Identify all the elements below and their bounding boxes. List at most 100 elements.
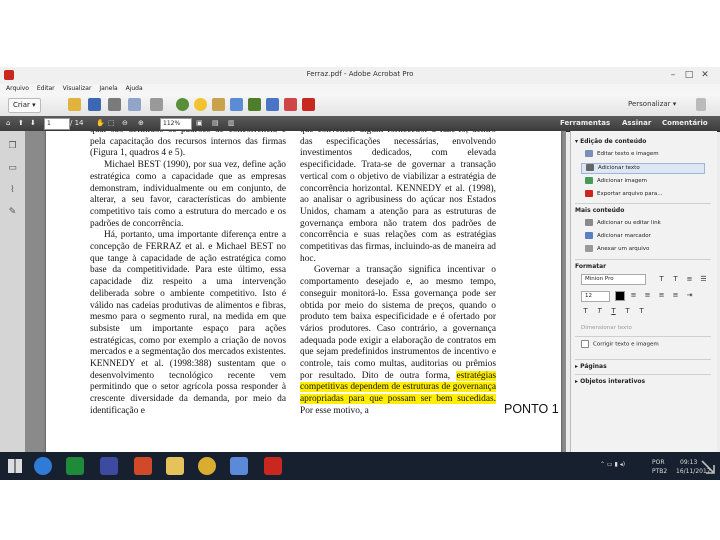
acrobat-taskbar-icon[interactable] (264, 457, 282, 475)
export-icon[interactable] (248, 98, 261, 111)
internet-explorer-icon[interactable] (34, 457, 52, 475)
comment-icon[interactable] (194, 98, 207, 111)
select-tool-icon[interactable]: ⬚ (108, 118, 115, 129)
subscript-icon[interactable]: T (637, 307, 646, 315)
attach-file-item[interactable]: Anexar um arquivo (585, 245, 649, 254)
bold-icon[interactable]: T (581, 307, 590, 315)
fit-page-icon[interactable]: ▣ (196, 118, 203, 129)
share-icon[interactable] (230, 98, 243, 111)
add-text-item[interactable]: Adicionar texto (581, 163, 705, 174)
edit-content-section[interactable]: ▾ Edição de conteúdo (575, 138, 646, 145)
zoom-out-icon[interactable]: ⊖ (122, 118, 128, 129)
gear-icon[interactable] (176, 98, 189, 111)
minimize-icon[interactable]: – (666, 69, 680, 81)
tab-ferramentas[interactable]: Ferramentas (560, 118, 610, 129)
font-size-increase-icon[interactable]: T (657, 275, 666, 283)
tray-icons[interactable]: ⌃ ▭ ▮ ◂) (600, 461, 625, 468)
fit-width-icon[interactable]: ▤ (212, 118, 219, 129)
menu-editar[interactable]: Editar (37, 84, 55, 94)
fix-text-image-item[interactable]: Corrigir texto e imagem (581, 340, 659, 350)
italic-icon[interactable]: T (595, 307, 604, 315)
signatures-icon[interactable]: ✎ (8, 207, 17, 217)
attachments-icon[interactable]: ⌇ (8, 185, 17, 195)
window-icon[interactable] (100, 457, 118, 475)
read-mode-icon[interactable]: ▥ (228, 118, 235, 129)
export-file-item[interactable]: Exportar arquivo para... (585, 190, 663, 199)
pages-thumbnail-icon[interactable]: ❐ (8, 141, 17, 151)
paragraph: Há, portanto, uma importante diferença e… (90, 230, 286, 416)
align-left-icon[interactable]: ≡ (629, 291, 638, 299)
open-icon[interactable] (68, 98, 81, 111)
corner-arrow-icon (701, 460, 715, 474)
justify-icon[interactable]: ≡ (671, 291, 680, 299)
paint-icon[interactable] (230, 457, 248, 475)
indent-icon[interactable]: ⇥ (685, 291, 694, 299)
chrome-icon[interactable] (198, 457, 216, 475)
file-explorer-icon[interactable] (166, 457, 184, 475)
powerpoint-icon[interactable] (134, 457, 152, 475)
point-annotation-label: PONTO 1 (504, 402, 559, 416)
settings-icon[interactable] (128, 98, 141, 111)
pages-section[interactable]: ▸ Páginas (575, 363, 607, 370)
paragraph-tail: Por esse motivo, a (300, 405, 369, 416)
highlight-icon[interactable] (212, 98, 225, 111)
menu-janela[interactable]: Janela (99, 84, 117, 94)
font-family-select[interactable]: Minion Pro (581, 274, 646, 285)
menu-visualizar[interactable]: Visualizar (63, 84, 92, 94)
tab-comentario[interactable]: Comentário (662, 118, 708, 129)
add-link-item[interactable]: Adicionar ou editar link (585, 219, 661, 228)
edit-text-image-item[interactable]: Editar texto e imagem (585, 150, 659, 159)
expand-icon[interactable] (696, 98, 706, 111)
add-image-item[interactable]: Adicionar imagem (585, 177, 647, 186)
windows-start-icon[interactable] (8, 459, 22, 473)
menu-arquivo[interactable]: Arquivo (6, 84, 29, 94)
text-color-swatch[interactable] (615, 291, 625, 301)
superscript-icon[interactable]: T (623, 307, 632, 315)
paragraph: qual são definidos os padrões de concorr… (90, 131, 286, 159)
window-title: Ferraz.pdf - Adobe Acrobat Pro (306, 70, 414, 78)
interactive-objects-section[interactable]: ▸ Objetos interativos (575, 378, 645, 385)
font-size-decrease-icon[interactable]: T (671, 275, 680, 283)
prev-page-icon[interactable]: ⬆ (18, 118, 24, 129)
add-bookmark-item[interactable]: Adicionar marcador (585, 232, 651, 241)
sign-icon[interactable] (284, 98, 297, 111)
screen-capture: Ferraz.pdf - Adobe Acrobat Pro – □ ✕ Arq… (0, 67, 720, 480)
print-icon[interactable] (108, 98, 121, 111)
acrobat-icon[interactable] (302, 98, 315, 111)
align-center-icon[interactable]: ≡ (643, 291, 652, 299)
underline-icon[interactable]: T (609, 307, 618, 315)
tab-assinar[interactable]: Assinar (622, 118, 651, 129)
zoom-in-icon[interactable]: ⊕ (138, 118, 144, 129)
tools-icon[interactable] (266, 98, 279, 111)
zoom-select[interactable]: 112% (160, 118, 192, 130)
bullets-icon[interactable]: ☰ (699, 275, 708, 283)
menu-ajuda[interactable]: Ajuda (126, 84, 143, 94)
clock-time[interactable]: 09:13 (680, 459, 697, 466)
format-section[interactable]: Formatar (575, 263, 606, 270)
paragraph-text: Governar a transação significa incentiva… (300, 265, 496, 381)
excel-icon[interactable] (66, 457, 84, 475)
divider (575, 359, 711, 360)
scale-text-label: Dimensionar texto (581, 325, 632, 331)
customize-button[interactable]: Personalizar ▾ (628, 100, 676, 108)
save-icon[interactable] (88, 98, 101, 111)
page-number-input[interactable]: 1 (44, 118, 70, 130)
email-icon[interactable] (150, 98, 163, 111)
hand-tool-icon[interactable]: ✋ (96, 118, 105, 129)
align-right-icon[interactable]: ≡ (657, 291, 666, 299)
title-bar: Ferraz.pdf - Adobe Acrobat Pro – □ ✕ (0, 67, 720, 85)
maximize-icon[interactable]: □ (682, 69, 696, 81)
more-content-section[interactable]: Mais conteúdo (575, 207, 624, 214)
right-text-column: que convencer algum fornecedor a fazê-lo… (300, 131, 497, 418)
home-icon[interactable]: ⌂ (6, 118, 10, 129)
line-spacing-icon[interactable]: ≡ (685, 275, 694, 283)
checkbox-icon (581, 340, 589, 348)
pdf-page[interactable]: qual são definidos os padrões de concorr… (46, 131, 561, 452)
language-indicator[interactable]: POR (652, 459, 665, 466)
create-button[interactable]: Criar ▾ (8, 98, 41, 113)
font-size-select[interactable]: 12 (581, 291, 610, 302)
close-icon[interactable]: ✕ (698, 69, 712, 81)
next-page-icon[interactable]: ⬇ (30, 118, 36, 129)
left-navigation-pane: ❐ ▭ ⌇ ✎ (0, 131, 26, 452)
bookmarks-icon[interactable]: ▭ (8, 163, 17, 173)
